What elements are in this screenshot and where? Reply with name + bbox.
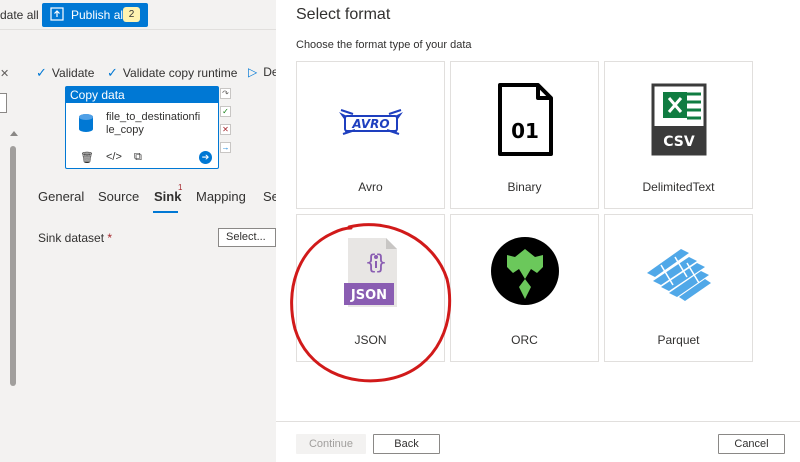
failure-x-icon[interactable]: ✕ [220,124,231,135]
select-format-dialog: Select format Choose the format type of … [276,0,800,462]
completion-arrow-icon[interactable]: → [220,142,231,153]
copy-icon[interactable]: ⧉ [134,151,142,164]
sink-dataset-select[interactable]: Select... [218,228,276,247]
activity-properties: General Source Sink 1 Mapping Se Sink da… [20,178,276,462]
format-tile-binary[interactable]: 01 Binary [450,61,599,209]
play-icon: ▷ [248,65,258,79]
pipeline-editor-panel: date all Publish all 2 ✓ Validate ✓ Valida… [0,0,276,462]
format-label: JSON [354,333,387,347]
code-icon[interactable]: </> [106,151,122,163]
svg-text:01: 01 [511,119,539,143]
activity-header: Copy data [66,87,218,103]
activity-actions: 🗑 </> ⧉ ➔ [78,151,214,167]
svg-text:CSV: CSV [663,134,695,150]
top-toolbar: date all Publish all 2 [0,0,276,30]
format-tile-delimitedtext[interactable]: CSV DelimitedText [604,61,753,209]
database-icon [79,114,93,132]
tab-settings[interactable]: Se [263,189,276,204]
avro-logo-icon: AVRO [339,109,403,135]
parquet-logo-icon [647,249,711,301]
publish-all-label: Publish all [71,8,126,22]
format-tile-json[interactable]: JSON { } JSON [296,214,445,362]
dialog-title: Select format [296,6,391,23]
format-label: Parquet [657,333,700,347]
success-check-icon[interactable]: ✓ [220,106,231,117]
format-label: DelimitedText [642,180,715,194]
validate-copy-runtime-label: Validate copy runtime [122,66,238,80]
arrow-right-circle-icon[interactable]: ➔ [199,151,212,164]
cancel-button[interactable]: Cancel [718,434,785,454]
orc-logo-icon [491,237,559,305]
canvas-side-control[interactable] [0,93,7,113]
format-label: Avro [358,180,383,194]
format-label: ORC [511,333,538,347]
scroll-up-caret-icon[interactable] [10,131,18,136]
publish-all-button[interactable]: Publish all 2 [42,3,148,27]
format-tile-avro[interactable]: AVRO Avro [296,61,445,209]
collapse-icon[interactable]: ✕ [0,67,9,80]
validate-all-button[interactable]: date all [0,8,39,22]
validate-button[interactable]: ✓ Validate [36,65,94,81]
checkmark-icon: ✓ [36,65,47,80]
debug-label: De [263,65,276,79]
pipeline-toolbar: ✓ Validate ✓ Validate copy runtime ▷ De [0,58,276,86]
debug-button[interactable]: ▷ De [248,65,276,79]
redo-icon[interactable]: ↷ [220,88,231,99]
format-tile-orc[interactable]: ORC [450,214,599,362]
validate-label: Validate [51,66,95,80]
csv-file-icon: CSV [651,83,707,156]
checkmark-icon: ✓ [107,65,118,80]
active-tab-indicator [153,211,178,213]
copy-data-activity[interactable]: Copy data file_to_destinationfi le_copy … [65,86,219,169]
svg-text:JSON: JSON [350,288,387,303]
dialog-subtitle: Choose the format type of your data [296,39,472,51]
format-tile-parquet[interactable]: Parquet [604,214,753,362]
binary-file-icon: 01 [498,83,553,156]
vertical-scrollbar[interactable] [10,146,16,386]
publish-count-badge: 2 [123,7,140,22]
validate-copy-runtime-button[interactable]: ✓ Validate copy runtime [107,65,237,81]
tab-mapping[interactable]: Mapping [196,189,246,204]
sink-dataset-label: Sink dataset * [38,231,113,245]
continue-button[interactable]: Continue [296,434,366,454]
svg-text:AVRO: AVRO [351,117,389,131]
json-file-icon: JSON { } [344,238,397,307]
activity-name: file_to_destinationfi le_copy [106,111,201,136]
format-label: Binary [507,180,542,194]
tab-source[interactable]: Source [98,189,139,204]
back-button[interactable]: Back [373,434,440,454]
dialog-footer: Continue Back Cancel [276,421,800,462]
sink-error-badge: 1 [178,183,183,192]
tab-general[interactable]: General [38,189,84,204]
delete-icon[interactable]: 🗑 [80,151,94,164]
publish-icon [50,7,64,21]
